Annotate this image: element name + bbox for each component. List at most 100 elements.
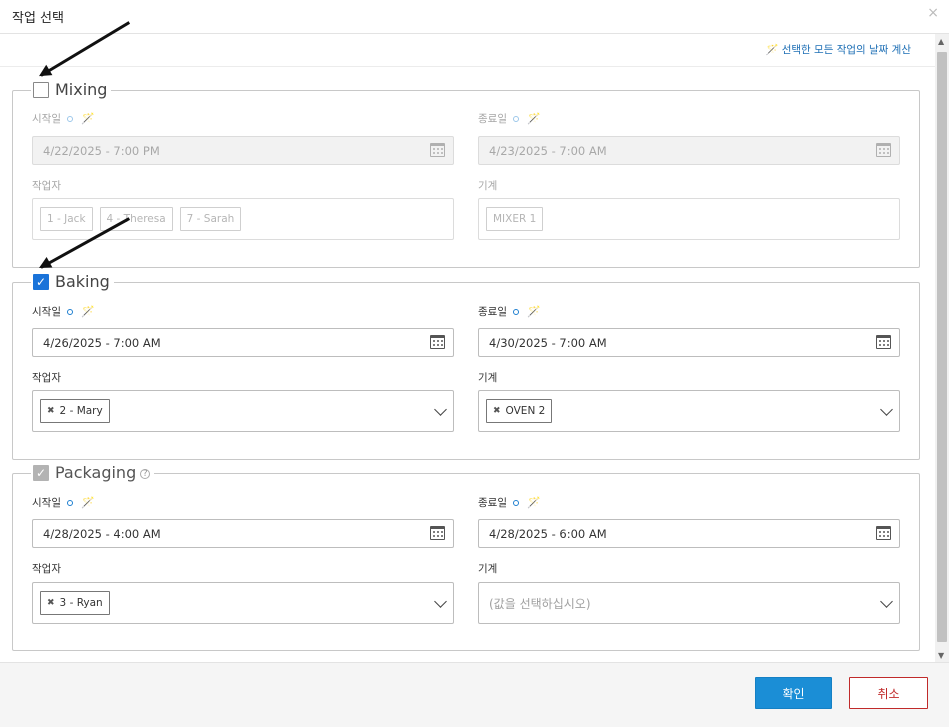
remove-icon[interactable]: ✖ — [493, 406, 501, 416]
calendar-icon — [876, 143, 891, 157]
end-date-label-text: 종료일 — [478, 306, 507, 318]
chevron-down-icon[interactable] — [880, 403, 893, 416]
worker-label: 작업자 — [32, 563, 61, 575]
scroll-down-icon[interactable]: ▼ — [938, 651, 944, 660]
section-baking: ✓ Baking 시작일 🪄 4/26/2025 - 7:00 AM 종료일 🪄 4… — [12, 272, 920, 460]
calc-all-dates-link[interactable]: 🪄 선택한 모든 작업의 날짜 계산 — [766, 42, 911, 57]
start-date-label-text: 시작일 — [32, 113, 61, 125]
calc-all-dates-label: 선택한 모든 작업의 날짜 계산 — [781, 44, 911, 56]
magic-wand-icon[interactable]: 🪄 — [81, 496, 95, 509]
magic-wand-icon: 🪄 — [765, 44, 779, 56]
end-date-label: 종료일 🪄 — [478, 495, 541, 510]
worker-chip: ✖ 2 - Mary — [40, 399, 110, 423]
required-dot-icon — [66, 500, 73, 506]
machine-chip: ✖ OVEN 2 — [486, 399, 553, 423]
calendar-icon[interactable] — [876, 335, 891, 349]
section-mixing: Mixing 시작일 🪄 4/22/2025 - 7:00 PM 종료일 🪄 4/2… — [12, 80, 920, 268]
worker-chip: ✖ 3 - Ryan — [40, 591, 110, 615]
worker-label: 작업자 — [32, 180, 61, 192]
chevron-down-icon[interactable] — [434, 595, 447, 608]
chip-list: ✖ 3 - Ryan — [40, 591, 110, 615]
chevron-down-icon[interactable] — [880, 595, 893, 608]
scrollbar[interactable]: ▲ ▼ — [935, 34, 949, 662]
worker-select[interactable]: ✖ 3 - Ryan — [32, 582, 454, 624]
ok-button[interactable]: 확인 — [755, 677, 832, 709]
machine-chip-label: OVEN 2 — [505, 405, 546, 417]
section-checkbox-mixing[interactable] — [33, 81, 49, 98]
close-icon[interactable]: × — [927, 5, 939, 21]
machine-chip: MIXER 1 — [486, 207, 544, 231]
worker-chip: 1 - Jack — [40, 207, 93, 231]
chip-list: ✖ OVEN 2 — [486, 399, 553, 423]
end-date-value: 4/28/2025 - 6:00 AM — [489, 527, 607, 541]
chip-list: MIXER 1 — [486, 207, 544, 231]
section-checkbox-baking[interactable]: ✓ — [33, 273, 49, 290]
worker-select[interactable]: ✖ 2 - Mary — [32, 390, 454, 432]
dialog-footer: 확인 취소 — [0, 662, 949, 727]
chevron-down-icon[interactable] — [434, 403, 447, 416]
end-date-label: 종료일 🪄 — [478, 111, 541, 126]
end-date-input[interactable]: 4/23/2025 - 7:00 AM — [478, 136, 900, 165]
start-date-value: 4/28/2025 - 4:00 AM — [43, 527, 161, 541]
machine-label: 기계 — [478, 180, 498, 192]
required-dot-icon — [512, 500, 519, 506]
section-title: Packaging — [55, 463, 137, 482]
help-icon[interactable]: ? — [140, 469, 151, 479]
end-date-input[interactable]: 4/30/2025 - 7:00 AM — [478, 328, 900, 357]
magic-wand-icon[interactable]: 🪄 — [81, 305, 95, 318]
worker-chip-label: 3 - Ryan — [59, 597, 103, 609]
divider — [0, 66, 935, 67]
chip-list: ✖ 2 - Mary — [40, 399, 110, 423]
calendar-icon[interactable] — [876, 526, 891, 540]
remove-icon[interactable]: ✖ — [47, 598, 55, 608]
machine-label: 기계 — [478, 563, 498, 575]
section-packaging: ✓ Packaging ? 시작일 🪄 4/28/2025 - 4:00 AM 종… — [12, 463, 920, 651]
calendar-icon[interactable] — [430, 335, 445, 349]
end-date-label-text: 종료일 — [478, 497, 507, 509]
machine-select[interactable]: MIXER 1 — [478, 198, 900, 240]
required-dot-icon — [512, 309, 519, 315]
section-title: Baking — [55, 272, 110, 291]
calendar-icon[interactable] — [430, 526, 445, 540]
start-date-label: 시작일 🪄 — [32, 111, 95, 126]
start-date-label: 시작일 🪄 — [32, 495, 95, 510]
end-date-label: 종료일 🪄 — [478, 304, 541, 319]
magic-wand-icon[interactable]: 🪄 — [527, 305, 541, 318]
machine-select[interactable]: (값을 선택하십시오) — [478, 582, 900, 624]
chip-list: 1 - Jack 4 - Theresa 7 - Sarah — [40, 207, 242, 231]
cancel-button[interactable]: 취소 — [849, 677, 928, 709]
scrollbar-thumb[interactable] — [937, 52, 947, 642]
dialog-title: 작업 선택 — [12, 11, 64, 26]
start-date-input[interactable]: 4/22/2025 - 7:00 PM — [32, 136, 454, 165]
section-header: ✓ Baking — [31, 272, 114, 291]
section-header: Mixing — [31, 80, 112, 99]
section-checkbox-packaging[interactable]: ✓ — [33, 464, 49, 481]
start-date-input[interactable]: 4/28/2025 - 4:00 AM — [32, 519, 454, 548]
scroll-up-icon[interactable]: ▲ — [938, 37, 944, 46]
section-header: ✓ Packaging ? — [31, 463, 155, 482]
dialog-titlebar: 작업 선택 × — [0, 0, 949, 34]
worker-chip-label: 2 - Mary — [59, 405, 103, 417]
start-date-label-text: 시작일 — [32, 306, 61, 318]
machine-placeholder: (값을 선택하십시오) — [489, 597, 591, 611]
start-date-label: 시작일 🪄 — [32, 304, 95, 319]
end-date-label-text: 종료일 — [478, 113, 507, 125]
end-date-value: 4/23/2025 - 7:00 AM — [489, 144, 607, 158]
magic-wand-icon[interactable]: 🪄 — [527, 496, 541, 509]
worker-chip: 7 - Sarah — [179, 207, 242, 231]
start-date-value: 4/26/2025 - 7:00 AM — [43, 336, 161, 350]
start-date-input[interactable]: 4/26/2025 - 7:00 AM — [32, 328, 454, 357]
machine-select[interactable]: ✖ OVEN 2 — [478, 390, 900, 432]
end-date-input[interactable]: 4/28/2025 - 6:00 AM — [478, 519, 900, 548]
required-dot-icon — [512, 116, 519, 122]
start-date-label-text: 시작일 — [32, 497, 61, 509]
end-date-value: 4/30/2025 - 7:00 AM — [489, 336, 607, 350]
machine-label: 기계 — [478, 372, 498, 384]
magic-wand-icon: 🪄 — [80, 112, 95, 125]
remove-icon[interactable]: ✖ — [47, 406, 55, 416]
worker-label: 작업자 — [32, 372, 61, 384]
section-title: Mixing — [55, 80, 108, 99]
dialog-content: 🪄 선택한 모든 작업의 날짜 계산 Mixing 시작일 🪄 4/22/2025 … — [0, 34, 935, 662]
calendar-icon — [430, 143, 445, 157]
worker-select[interactable]: 1 - Jack 4 - Theresa 7 - Sarah — [32, 198, 454, 240]
